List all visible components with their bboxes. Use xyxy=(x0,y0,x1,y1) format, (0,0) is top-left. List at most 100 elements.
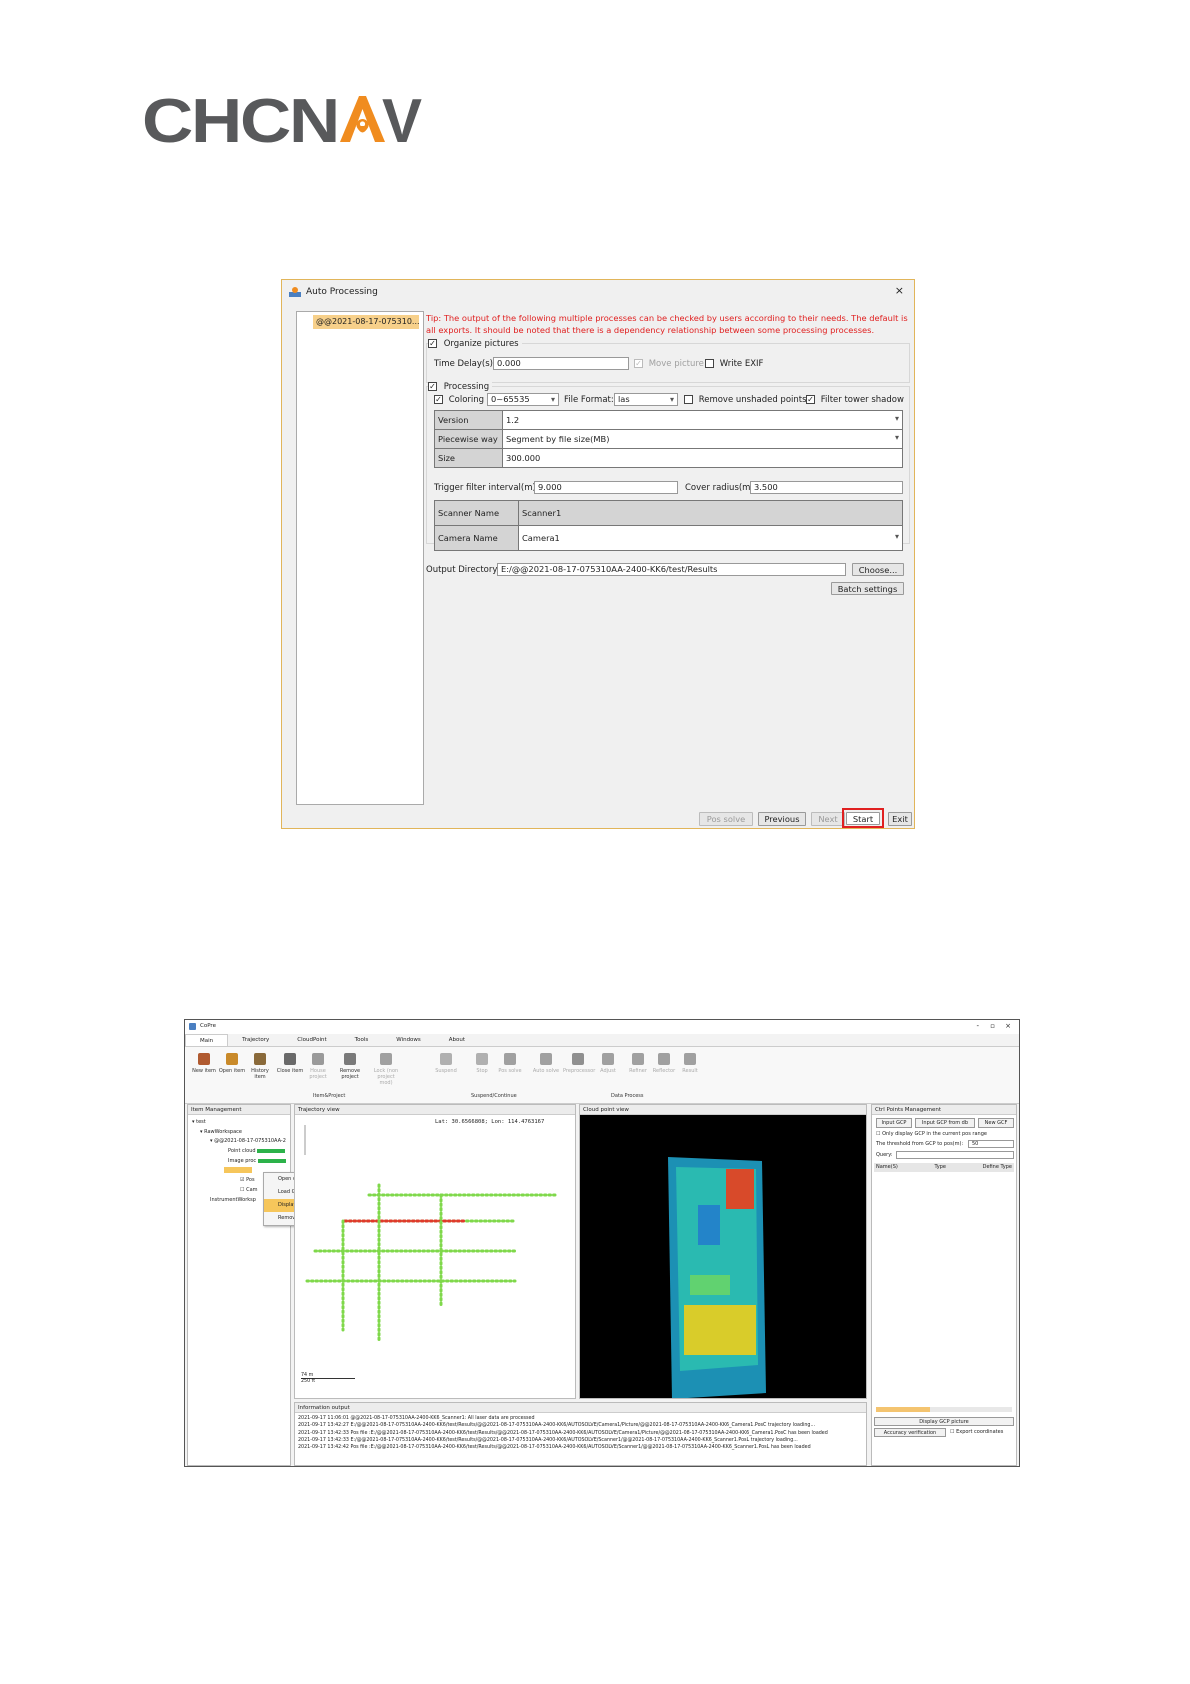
chevron-down-icon: ▾ xyxy=(894,532,899,541)
svg-text:CHCN: CHCN xyxy=(142,92,338,150)
format-settings-table: Version 1.2 ▾ Piecewise way Segment by fi… xyxy=(434,410,903,468)
chevron-down-icon: ▾ xyxy=(894,433,899,442)
coloring-label: Coloring xyxy=(448,395,485,405)
tree-node[interactable]: ☑ Pos xyxy=(240,1177,255,1183)
ribbon-button[interactable]: Open item xyxy=(217,1053,247,1074)
menu-main[interactable]: Main xyxy=(185,1034,229,1046)
move-picture-label: Move picture xyxy=(648,359,704,369)
next-button[interactable]: Next xyxy=(811,812,845,826)
input-gcp-db-button[interactable]: Input GCP from db xyxy=(915,1118,975,1128)
ribbon-button-label: New item xyxy=(192,1068,216,1074)
export-coordinates-option[interactable]: ☐ Export coordinates xyxy=(950,1429,1003,1435)
maximize-icon[interactable]: ▫ xyxy=(990,1022,995,1030)
panel-title: Information output xyxy=(295,1403,866,1413)
output-directory-input[interactable]: E:/@@2021-08-17-075310AA-2400-KK6/test/R… xyxy=(497,563,846,576)
display-gcp-picture-button[interactable]: Display GCP picture xyxy=(874,1417,1014,1426)
start-button[interactable]: Start xyxy=(846,812,880,825)
coloring-checkbox[interactable]: ✓ xyxy=(434,395,443,404)
tree-node-selected[interactable] xyxy=(224,1167,252,1173)
ribbon-button[interactable]: Pos solve xyxy=(495,1053,525,1074)
organize-checkbox[interactable]: ✓ xyxy=(428,339,437,348)
ribbon-button-label: Open item xyxy=(218,1068,246,1074)
coloring-select[interactable]: 0~65535 xyxy=(487,393,559,406)
ribbon-button[interactable]: Stop xyxy=(467,1053,497,1074)
horizontal-scrollbar[interactable] xyxy=(876,1407,1012,1412)
toolbar-icon xyxy=(476,1053,488,1065)
dialog-title: Auto Processing xyxy=(306,287,378,297)
ribbon-button[interactable]: Lock (non project mod) xyxy=(371,1053,401,1086)
minimize-icon[interactable]: - xyxy=(976,1022,979,1030)
table-row: Size 300.000 xyxy=(434,448,903,468)
coloring-option: ✓ Coloring xyxy=(434,395,484,405)
piecewise-select[interactable]: Segment by file size(MB) ▾ xyxy=(502,429,903,449)
pos-solve-button[interactable]: Pos solve xyxy=(699,812,753,826)
point-cloud-render[interactable] xyxy=(580,1115,866,1398)
ribbon-button[interactable]: Close item xyxy=(275,1053,305,1074)
query-input[interactable] xyxy=(896,1151,1014,1159)
accuracy-verification-button[interactable]: Accuracy verification xyxy=(874,1428,946,1437)
ribbon-toolbar: Item&Project Suspend/Continue Data Proce… xyxy=(185,1047,1019,1104)
menu-windows[interactable]: Windows xyxy=(382,1034,435,1046)
ribbon-button[interactable]: Auto solve xyxy=(531,1053,561,1074)
close-icon[interactable]: × xyxy=(895,284,904,297)
ribbon-button[interactable]: House project xyxy=(303,1053,333,1080)
only-display-option[interactable]: ☐ Only display GCP in the current pos ra… xyxy=(876,1131,987,1137)
write-exif-checkbox[interactable] xyxy=(705,359,714,368)
column-header[interactable]: Define Type xyxy=(983,1163,1012,1172)
trigger-filter-input[interactable]: 9.000 xyxy=(534,481,678,494)
panel-title: Cloud point view xyxy=(580,1105,866,1115)
camera-name-select[interactable]: Camera1 ▾ xyxy=(518,525,903,551)
choose-button[interactable]: Choose... xyxy=(852,563,904,576)
filter-tower-checkbox[interactable]: ✓ xyxy=(806,395,815,404)
tree-node[interactable]: InstrumentWorksp xyxy=(210,1197,256,1203)
size-input[interactable]: 300.000 xyxy=(502,448,903,468)
processing-checkbox[interactable]: ✓ xyxy=(428,382,437,391)
new-gcf-button[interactable]: New GCF xyxy=(978,1118,1014,1128)
chcnav-logo-mark: CHCN V xyxy=(142,87,422,156)
toolbar-icon xyxy=(540,1053,552,1065)
batch-settings-button[interactable]: Batch settings xyxy=(831,582,904,595)
exit-button[interactable]: Exit xyxy=(888,812,912,826)
toolbar-icon xyxy=(440,1053,452,1065)
tree-node[interactable]: ▾ @@2021-08-17-075310AA-2 xyxy=(210,1138,286,1144)
cloud-point-view-panel: Cloud point view xyxy=(579,1104,867,1399)
remove-unshaded-checkbox[interactable] xyxy=(684,395,693,404)
menu-about[interactable]: About xyxy=(435,1034,479,1046)
filter-tower-option: ✓ Filter tower shadow xyxy=(806,395,904,405)
threshold-label: The threshold from GCP to pos(m): xyxy=(876,1141,964,1147)
project-list-item[interactable]: @@2021-08-17-075310... xyxy=(313,315,419,329)
cover-radius-input[interactable]: 3.500 xyxy=(750,481,903,494)
ribbon-button[interactable]: Adjust xyxy=(593,1053,623,1074)
scanner-name-value: Scanner1 xyxy=(518,500,903,526)
ribbon-button-label: Preprocessor xyxy=(563,1068,596,1074)
menu-tools[interactable]: Tools xyxy=(341,1034,383,1046)
close-icon[interactable]: × xyxy=(1005,1022,1011,1030)
tree-node[interactable]: ☐ Cam xyxy=(240,1187,258,1193)
ribbon-button[interactable]: New item xyxy=(189,1053,219,1074)
ribbon-button[interactable]: Preprocessor xyxy=(563,1053,596,1074)
column-header[interactable]: Name(S) xyxy=(876,1163,898,1172)
ctrl-points-panel: Ctrl Points Management Input GCP Input G… xyxy=(871,1104,1017,1466)
scanner-camera-table: Scanner Name Scanner1 Camera Name Camera… xyxy=(434,500,903,551)
tree-node[interactable]: ▾ RawWorkspace xyxy=(200,1129,242,1135)
log-line: 2021-09-17 13:42:33 E:/@@2021-08-17-0753… xyxy=(298,1437,798,1443)
ribbon-button[interactable]: Remove project xyxy=(335,1053,365,1080)
tree-node[interactable]: Point cloud xyxy=(228,1148,286,1154)
threshold-input[interactable]: 50 xyxy=(968,1140,1014,1148)
version-select[interactable]: 1.2 ▾ xyxy=(502,410,903,430)
ribbon-button[interactable]: Result xyxy=(675,1053,705,1074)
time-delay-input[interactable]: 0.000 xyxy=(493,357,629,370)
menu-trajectory[interactable]: Trajectory xyxy=(228,1034,283,1046)
column-header[interactable]: Type xyxy=(934,1163,945,1172)
ribbon-button[interactable]: Suspend xyxy=(431,1053,461,1074)
ribbon-button[interactable]: History item xyxy=(245,1053,275,1080)
menu-cloudpoint[interactable]: CloudPoint xyxy=(283,1034,340,1046)
move-picture-checkbox[interactable]: ✓ xyxy=(634,359,643,368)
input-gcp-button[interactable]: Input GCP xyxy=(876,1118,912,1128)
toolbar-icon xyxy=(658,1053,670,1065)
tree-node[interactable]: ▾ test xyxy=(192,1119,206,1125)
previous-button[interactable]: Previous xyxy=(758,812,806,826)
file-format-select[interactable]: las xyxy=(614,393,678,406)
trajectory-map[interactable] xyxy=(295,1115,575,1398)
tree-node[interactable]: Image proc xyxy=(228,1158,286,1164)
